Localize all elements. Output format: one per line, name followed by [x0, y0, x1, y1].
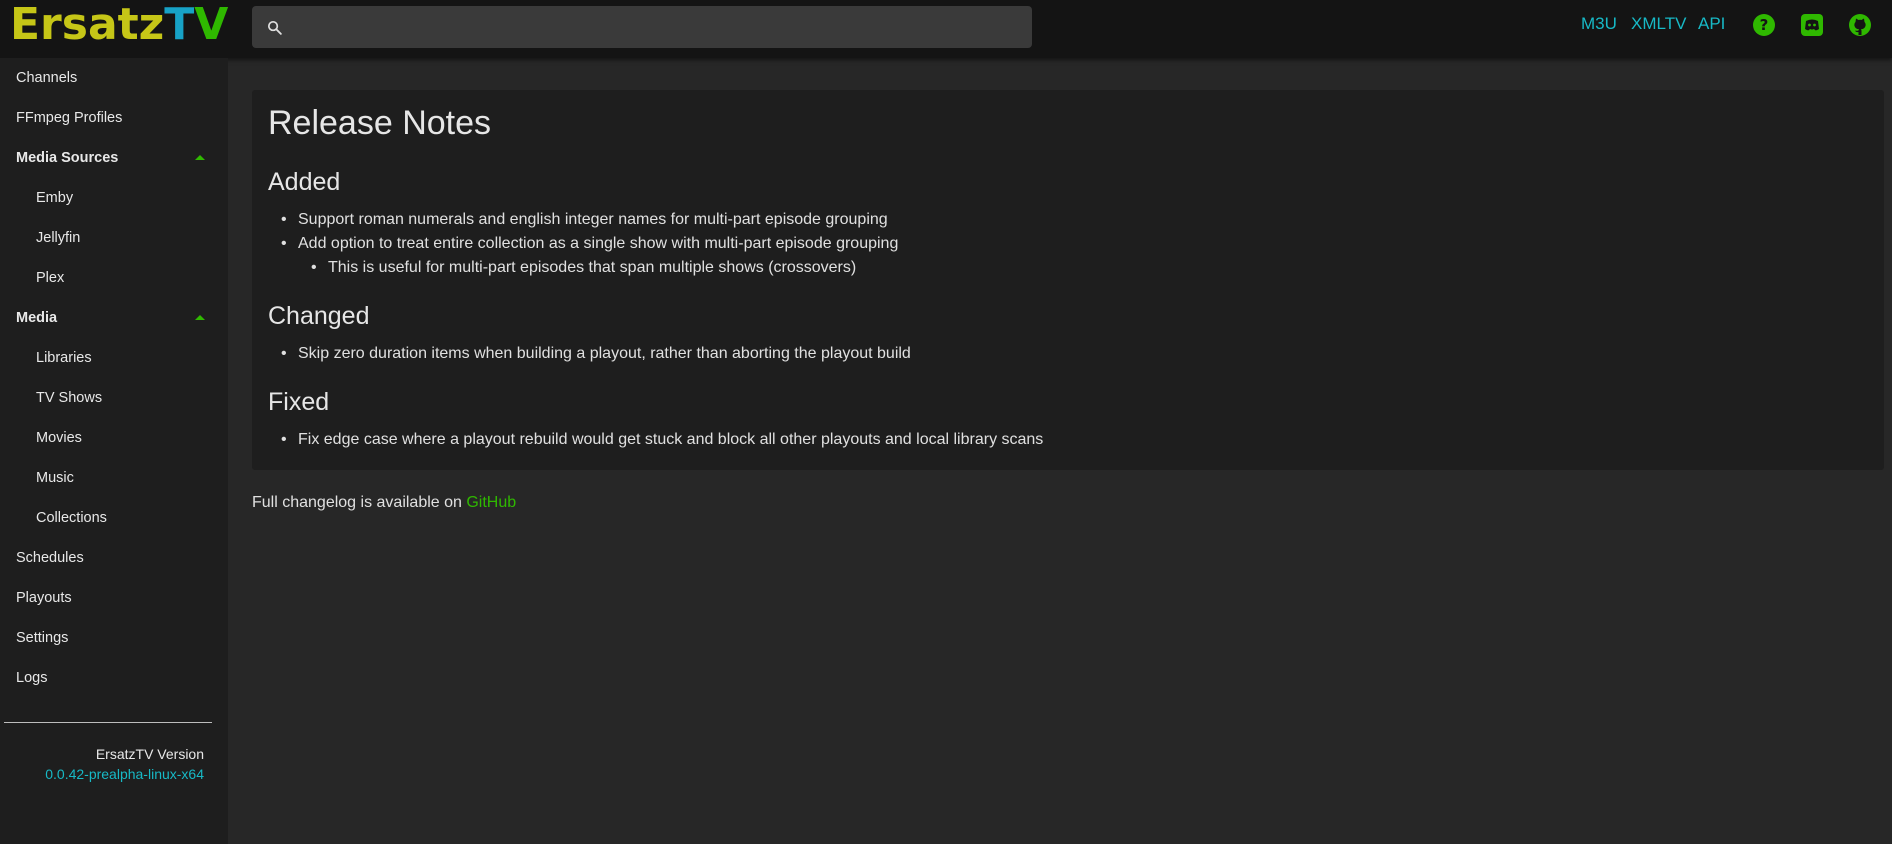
nav-channels[interactable]: Channels	[0, 58, 228, 98]
version-value: 0.0.42-prealpha-linux-x64	[45, 766, 204, 782]
nav-libraries[interactable]: Libraries	[0, 338, 228, 378]
nav-logs[interactable]: Logs	[0, 658, 228, 698]
list-item: Fix edge case where a playout rebuild wo…	[281, 431, 1043, 449]
list-item: Add option to treat entire collection as…	[281, 235, 898, 253]
nav-ffmpeg-profiles[interactable]: FFmpeg Profiles	[0, 98, 228, 138]
changelog-text: Full changelog is available on	[252, 494, 467, 511]
help-icon[interactable]: ?	[1752, 13, 1776, 37]
logo-text-ersatz: Ersatz	[10, 0, 165, 50]
page-title: Release Notes	[268, 104, 492, 142]
section-heading-fixed: Fixed	[268, 388, 330, 416]
m3u-link[interactable]: M3U	[1581, 14, 1617, 34]
nav-schedules[interactable]: Schedules	[0, 538, 228, 578]
version-label: ErsatzTV Version	[95, 746, 204, 762]
app-logo[interactable]: ErsatzTV	[10, 0, 228, 50]
nav-media-sources-label: Media Sources	[16, 150, 119, 166]
sidebar: Channels FFmpeg Profiles Media Sources E…	[0, 58, 228, 844]
github-link[interactable]: GitHub	[466, 494, 516, 511]
sidebar-divider	[4, 722, 212, 723]
release-notes-card: Release Notes Added Support roman numera…	[252, 90, 1884, 470]
logo-text-t: T	[164, 0, 195, 50]
logo-text-v: V	[194, 0, 229, 50]
list-item: Support roman numerals and english integ…	[281, 211, 888, 229]
nav-emby[interactable]: Emby	[0, 178, 228, 218]
github-icon[interactable]	[1848, 13, 1872, 37]
nav-media-label: Media	[16, 310, 58, 326]
section-heading-changed: Changed	[268, 302, 370, 330]
search-input[interactable]	[296, 6, 1016, 48]
nav-media-sources[interactable]: Media Sources	[0, 138, 228, 178]
nav-settings[interactable]: Settings	[0, 618, 228, 658]
xmltv-link[interactable]: XMLTV	[1631, 14, 1686, 34]
chevron-up-icon	[195, 155, 205, 160]
discord-icon[interactable]	[1800, 13, 1824, 37]
nav-collections[interactable]: Collections	[0, 498, 228, 538]
nav-tv-shows[interactable]: TV Shows	[0, 378, 228, 418]
section-heading-added: Added	[268, 168, 341, 196]
list-item-nested: This is useful for multi-part episodes t…	[311, 259, 856, 277]
list-item: Skip zero duration items when building a…	[281, 345, 911, 363]
svg-text:?: ?	[1760, 16, 1769, 34]
nav-music[interactable]: Music	[0, 458, 228, 498]
chevron-up-icon	[195, 315, 205, 320]
nav-jellyfin[interactable]: Jellyfin	[0, 218, 228, 258]
changelog-note: Full changelog is available on GitHub	[252, 494, 516, 512]
nav-plex[interactable]: Plex	[0, 258, 228, 298]
nav-media[interactable]: Media	[0, 298, 228, 338]
nav-movies[interactable]: Movies	[0, 418, 228, 458]
api-link[interactable]: API	[1698, 14, 1725, 34]
app-bar: ErsatzTV M3U XMLTV API ?	[0, 0, 1892, 58]
nav-playouts[interactable]: Playouts	[0, 578, 228, 618]
search-icon	[267, 20, 282, 35]
search-bar[interactable]	[252, 6, 1032, 48]
